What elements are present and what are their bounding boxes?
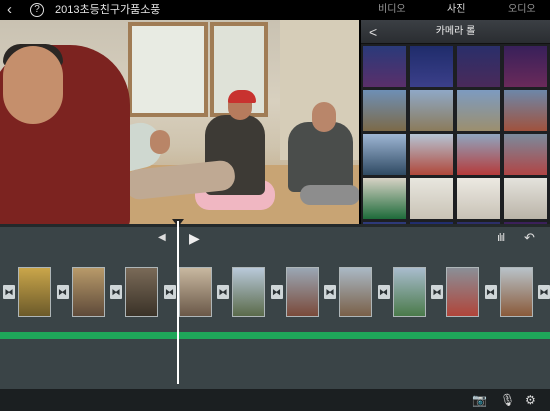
photo-thumbnail[interactable] [363,46,406,87]
camera-roll-panel: < 카메라 롤 [361,20,550,236]
top-bar: ‹ ? 2013초등친구가품소풍 비디오 사진 오디오 [0,0,550,20]
photo-thumbnail[interactable] [457,134,500,175]
transition-icon[interactable]: ⧓ [3,285,15,299]
scene-person-legs [300,185,359,205]
transition-icon[interactable]: ⧓ [56,285,69,299]
transition-icon[interactable]: ⧓ [110,285,122,299]
bottom-toolbar: 📷 🎙 ⚙ [0,389,550,411]
timeline-controls: ◀ ▶ ılıl ↶ [0,227,550,253]
camera-icon[interactable]: 📷 [472,392,487,408]
transition-icon[interactable]: ⧓ [324,285,336,299]
timeline-clip[interactable] [339,267,372,317]
photo-thumbnail[interactable] [410,134,453,175]
waveform-icon[interactable]: ılıl [497,232,505,244]
tab-audio[interactable]: 오디오 [508,3,536,17]
timeline-clip[interactable] [71,267,105,317]
back-chevron-icon[interactable]: ‹ [7,1,12,19]
audio-track[interactable] [0,332,550,339]
scene-person-head [3,46,63,124]
timeline-clip[interactable] [178,267,212,317]
photo-thumbnail[interactable] [504,90,547,131]
camera-roll-title: 카메라 롤 [435,26,476,37]
scene-red-cap [228,90,256,103]
project-title: 2013초등친구가품소풍 [55,4,161,16]
transition-icon[interactable]: ⧓ [270,285,283,299]
camera-roll-header: < 카메라 롤 [361,20,550,44]
timeline-clip[interactable] [392,267,426,317]
scene-person-head [312,102,336,132]
undo-icon[interactable]: ↶ [524,230,535,246]
photo-thumbnail[interactable] [504,178,547,219]
help-button[interactable]: ? [30,3,44,17]
photo-thumbnail[interactable] [504,46,547,87]
timeline-clip[interactable] [446,267,479,317]
microphone-icon[interactable]: 🎙 [500,392,515,408]
timeline[interactable]: ◀ ▶ ılıl ↶ ⧓ ⧓ ⧓ ⧓ ⧓ ⧓ ⧓ ⧓ ⧓ ⧓ ⧓ [0,219,550,389]
transition-icon[interactable]: ⧓ [163,285,176,299]
transition-icon[interactable]: ⧓ [538,285,550,299]
timeline-clip[interactable] [125,267,158,317]
photo-thumbnail[interactable] [504,134,547,175]
timeline-clip[interactable] [232,267,265,317]
photo-thumbnail[interactable] [457,90,500,131]
gear-icon[interactable]: ⚙ [525,392,536,408]
photo-thumbnail[interactable] [457,46,500,87]
transition-icon[interactable]: ⧓ [431,285,443,299]
photo-thumbnail[interactable] [363,90,406,131]
photo-thumbnail[interactable] [363,134,406,175]
scene-person [288,122,353,192]
video-viewer[interactable] [0,20,359,224]
timeline-clip[interactable] [499,267,533,317]
transition-icon[interactable]: ⧓ [484,285,497,299]
play-button[interactable]: ▶ [189,230,200,247]
tab-photo[interactable]: 사진 [447,3,465,17]
transition-icon[interactable]: ⧓ [377,285,390,299]
photo-grid [363,46,549,236]
photo-thumbnail[interactable] [363,178,406,219]
photo-thumbnail[interactable] [410,90,453,131]
scene-window [128,22,208,117]
photo-thumbnail[interactable] [457,178,500,219]
scene-person-head [150,130,170,154]
transition-icon[interactable]: ⧓ [217,285,229,299]
rewind-button[interactable]: ◀ [158,232,166,243]
timeline-clip[interactable] [18,267,51,317]
photo-thumbnail[interactable] [410,46,453,87]
tab-video[interactable]: 비디오 [378,3,406,17]
photo-thumbnail[interactable] [410,178,453,219]
timeline-clip[interactable] [285,267,319,317]
playhead[interactable] [177,221,179,384]
